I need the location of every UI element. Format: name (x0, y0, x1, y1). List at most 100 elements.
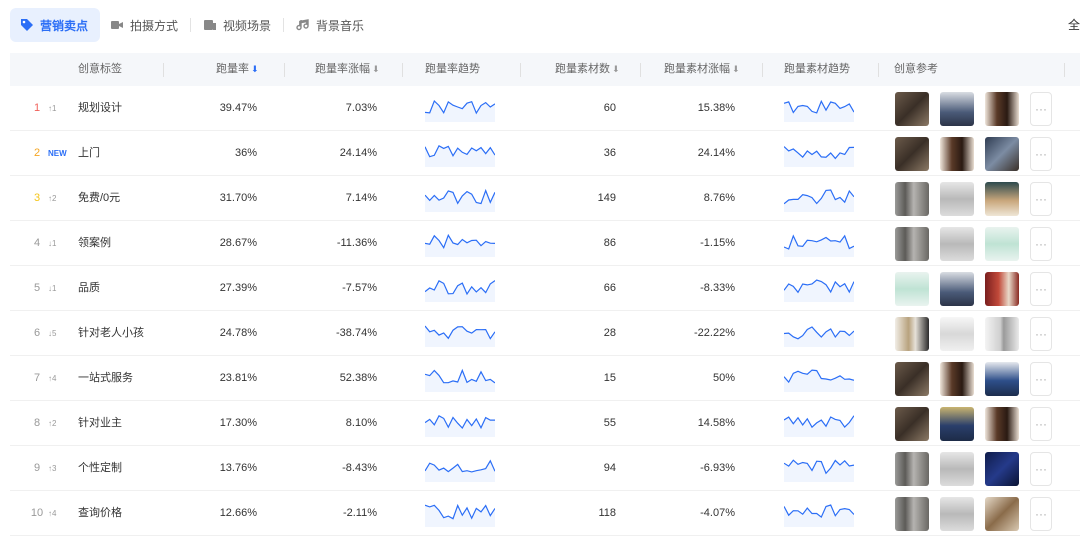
creative-thumbnail[interactable] (895, 497, 929, 531)
creative-thumbnail[interactable] (940, 407, 974, 441)
material-sparkline (783, 459, 855, 482)
sort-down-icon[interactable]: ⬇ (251, 64, 259, 74)
creative-thumbnail[interactable] (895, 92, 929, 126)
creative-thumbnails: ··· (895, 92, 1052, 126)
material-count: 36 (603, 147, 616, 159)
more-button[interactable]: ··· (1030, 497, 1052, 531)
more-button[interactable]: ··· (1030, 362, 1052, 396)
creative-thumbnail[interactable] (895, 272, 929, 306)
run-rate-change: -38.74% (336, 327, 377, 339)
tab-scene[interactable]: 视频场景 (193, 8, 281, 42)
header-creative-ref: 创意参考 (894, 63, 938, 75)
creative-thumbnail[interactable] (895, 452, 929, 486)
run-rate-change: -2.11% (342, 507, 377, 519)
material-count: 28 (603, 327, 616, 339)
creative-thumbnail[interactable] (985, 452, 1019, 486)
more-button[interactable]: ··· (1030, 182, 1052, 216)
creative-thumbnail[interactable] (985, 182, 1019, 216)
header-divider (762, 63, 763, 77)
material-sparkline (783, 504, 855, 527)
run-rate-change: -7.57% (342, 282, 377, 294)
more-button[interactable]: ··· (1030, 407, 1052, 441)
table-row[interactable]: 10 ↑4 查询价格 12.66% -2.11% 118 -4.07% ··· (10, 491, 1080, 536)
material-sparkline (783, 189, 855, 212)
run-rate: 23.81% (219, 372, 257, 384)
video-camera-icon (110, 18, 124, 32)
table-header: 创意标签 跑量率 ⬇ 跑量率涨幅 ⬇ 跑量率趋势 跑量素材数 ⬇ 跑量素材涨幅 ⬇ 跑量… (10, 53, 1080, 86)
sort-down-icon[interactable]: ⬇ (372, 64, 380, 74)
creative-thumbnail[interactable] (985, 497, 1019, 531)
run-rate: 28.67% (219, 237, 257, 249)
creative-thumbnail[interactable] (940, 227, 974, 261)
table-row[interactable]: 8 ↑2 针对业主 17.30% 8.10% 55 14.58% ··· (10, 401, 1080, 446)
table-row[interactable]: 7 ↑4 一站式服务 23.81% 52.38% 15 50% ··· (10, 356, 1080, 401)
table-body: 1 ↑1 规划设计 39.47% 7.03% 60 15.38% ··· 2 NEW 上门 36% 24… (10, 86, 1080, 536)
header-run-rate[interactable]: 跑量率 ⬇ (216, 53, 259, 86)
material-count: 60 (603, 102, 616, 114)
tab-music-note[interactable]: 背景音乐 (286, 8, 374, 42)
creative-thumbnails: ··· (895, 317, 1052, 351)
header-run-rate-change[interactable]: 跑量率涨幅 ⬇ (315, 53, 380, 86)
table-row[interactable]: 5 ↓1 品质 27.39% -7.57% 66 -8.33% ··· (10, 266, 1080, 311)
creative-thumbnail[interactable] (895, 137, 929, 171)
table-row[interactable]: 9 ↑3 个性定制 13.76% -8.43% 94 -6.93% ··· (10, 446, 1080, 491)
rank-number: 2 (33, 147, 41, 159)
material-count: 118 (598, 507, 616, 519)
creative-thumbnail[interactable] (895, 317, 929, 351)
creative-thumbnail[interactable] (985, 317, 1019, 351)
tab-divider (190, 18, 192, 32)
sort-down-icon[interactable]: ⬇ (612, 64, 620, 74)
creative-thumbnail[interactable] (940, 272, 974, 306)
rank-change: ↑4 (48, 509, 57, 518)
run-rate: 31.70% (219, 192, 257, 204)
more-button[interactable]: ··· (1030, 92, 1052, 126)
more-button[interactable]: ··· (1030, 452, 1052, 486)
table-row[interactable]: 2 NEW 上门 36% 24.14% 36 24.14% ··· (10, 131, 1080, 176)
material-change: -1.15% (700, 237, 735, 249)
table-row[interactable]: 1 ↑1 规划设计 39.47% 7.03% 60 15.38% ··· (10, 86, 1080, 131)
creative-thumbnail[interactable] (985, 92, 1019, 126)
tab-tag[interactable]: 营销卖点 (10, 8, 101, 42)
material-sparkline (783, 415, 855, 437)
creative-thumbnail[interactable] (940, 362, 974, 396)
table-row[interactable]: 6 ↓5 针对老人小孩 24.78% -38.74% 28 -22.22% ··· (10, 311, 1080, 356)
creative-thumbnail[interactable] (985, 362, 1019, 396)
rank-number: 9 (33, 462, 41, 474)
header-divider (520, 63, 521, 77)
creative-thumbnail[interactable] (895, 362, 929, 396)
header-material-count[interactable]: 跑量素材数 ⬇ (555, 53, 620, 86)
creative-thumbnail[interactable] (940, 317, 974, 351)
rank-change: ↑4 (48, 374, 57, 383)
creative-thumbnail[interactable] (940, 497, 974, 531)
creative-thumbnail[interactable] (895, 182, 929, 216)
more-button[interactable]: ··· (1030, 137, 1052, 171)
creative-thumbnail[interactable] (895, 227, 929, 261)
more-button[interactable]: ··· (1030, 272, 1052, 306)
material-sparkline (783, 146, 855, 167)
rank-number: 7 (33, 372, 41, 384)
more-button[interactable]: ··· (1030, 227, 1052, 261)
more-button[interactable]: ··· (1030, 317, 1052, 351)
creative-thumbnail[interactable] (985, 227, 1019, 261)
creative-thumbnail[interactable] (940, 137, 974, 171)
header-divider (163, 63, 164, 77)
creative-thumbnail[interactable] (940, 182, 974, 216)
material-change: -22.22% (694, 327, 735, 339)
creative-thumbnail[interactable] (895, 407, 929, 441)
sort-down-icon[interactable]: ⬇ (732, 64, 740, 74)
table-row[interactable]: 4 ↓1 领案例 28.67% -11.36% 86 -1.15% ··· (10, 221, 1080, 266)
tab-right-label[interactable]: 全 (1068, 8, 1080, 42)
creative-thumbnail[interactable] (940, 452, 974, 486)
creative-thumbnail[interactable] (985, 137, 1019, 171)
table-row[interactable]: 3 ↑2 免费/0元 31.70% 7.14% 149 8.76% ··· (10, 176, 1080, 221)
header-material-change[interactable]: 跑量素材涨幅 ⬇ (664, 53, 740, 86)
tab-video-camera[interactable]: 拍摄方式 (100, 8, 188, 42)
creative-thumbnail[interactable] (985, 407, 1019, 441)
creative-thumbnail[interactable] (985, 272, 1019, 306)
header-divider (878, 63, 879, 77)
header-run-rate-trend: 跑量率趋势 (425, 63, 480, 75)
rank-change: ↓1 (48, 239, 57, 248)
creative-thumbnails: ··· (895, 272, 1052, 306)
creative-thumbnail[interactable] (940, 92, 974, 126)
tag-label: 查询价格 (78, 507, 122, 519)
